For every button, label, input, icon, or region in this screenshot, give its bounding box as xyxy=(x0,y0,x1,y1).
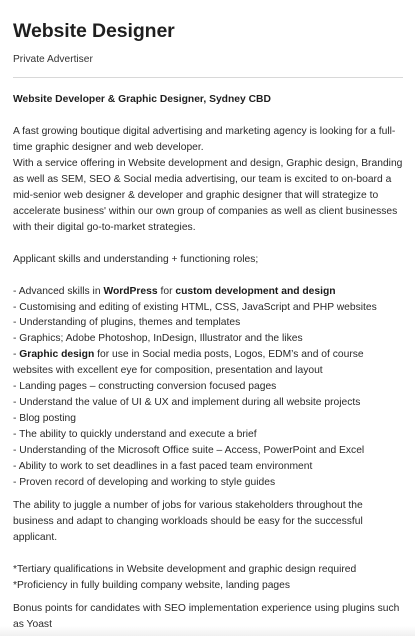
skill-item: - The ability to quickly understand and … xyxy=(13,429,257,441)
skill-item: - Understanding of plugins, themes and t… xyxy=(13,317,241,329)
skill-text: for xyxy=(157,285,176,297)
description-juggle: The ability to juggle a number of jobs f… xyxy=(13,499,363,543)
skills-list: - Advanced skills in WordPress for custo… xyxy=(13,284,403,491)
skill-item: - Graphics; Adobe Photoshop, InDesign, I… xyxy=(13,333,303,345)
job-listing-page: Website Designer Private Advertiser Webs… xyxy=(0,0,415,636)
job-title: Website Designer xyxy=(13,20,175,42)
skill-item: - Understanding of the Microsoft Office … xyxy=(13,445,365,457)
header-divider xyxy=(13,77,403,78)
skill-text: - Advanced skills in xyxy=(13,285,104,297)
skill-item: - Ability to work to set deadlines in a … xyxy=(13,461,313,473)
skill-item: - Graphic design for use in Social media… xyxy=(13,347,403,379)
skill-item: - Understand the value of UI & UX and im… xyxy=(13,397,361,409)
job-description: Website Developer & Graphic Designer, Sy… xyxy=(13,92,403,633)
bottom-fade xyxy=(0,626,415,636)
description-intro: A fast growing boutique digital advertis… xyxy=(13,125,396,153)
requirement-item: *Proficiency in fully building company w… xyxy=(13,579,291,591)
skill-emphasis: Graphic design xyxy=(19,349,95,361)
description-service: With a service offering in Website devel… xyxy=(13,157,403,233)
description-headline: Website Developer & Graphic Designer, Sy… xyxy=(13,94,271,105)
advertiser-name: Private Advertiser xyxy=(13,54,93,65)
skills-heading: Applicant skills and understanding + fun… xyxy=(13,253,259,265)
requirement-item: *Tertiary qualifications in Website deve… xyxy=(13,563,357,575)
skill-item: - Landing pages – constructing conversio… xyxy=(13,381,277,393)
skill-item: - Blog posting xyxy=(13,413,76,425)
skill-item: - Proven record of developing and workin… xyxy=(13,477,276,489)
skill-emphasis: WordPress xyxy=(103,285,158,297)
skill-emphasis: custom development and design xyxy=(175,285,336,297)
skill-item: - Advanced skills in WordPress for custo… xyxy=(13,284,403,300)
skill-item: - Customising and editing of existing HT… xyxy=(13,301,377,313)
